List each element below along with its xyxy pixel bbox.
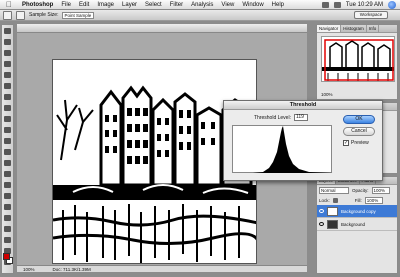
toolbox: [1, 24, 14, 274]
layer-row[interactable]: Background copy: [317, 205, 397, 218]
eyedropper-tool-icon[interactable]: [2, 235, 13, 245]
sample-size-select[interactable]: Point Sample: [62, 11, 95, 19]
zoom-level[interactable]: 100%: [23, 267, 35, 272]
preview-label: Preview: [351, 140, 369, 146]
navigator-zoom-value[interactable]: 100%: [321, 92, 333, 97]
clone-stamp-tool-icon[interactable]: [2, 114, 13, 124]
gradient-tool-icon[interactable]: [2, 147, 13, 157]
display-icon[interactable]: [321, 2, 329, 8]
cancel-button[interactable]: Cancel: [343, 127, 375, 136]
navigator-thumbnail[interactable]: [321, 36, 395, 82]
menu-select[interactable]: Select: [141, 0, 166, 10]
layers-panel: Layers Channels Paths Normal Opacity: 10…: [316, 176, 398, 274]
lasso-tool-icon[interactable]: [2, 48, 13, 58]
pen-tool-icon[interactable]: [2, 180, 13, 190]
lock-row: Lock: Fill: 100%: [317, 196, 397, 205]
notes-tool-icon[interactable]: [2, 224, 13, 234]
threshold-level-row: Threshold Level: 119: [254, 114, 308, 121]
preview-row: ✓ Preview: [343, 140, 369, 146]
magic-wand-tool-icon[interactable]: [2, 59, 13, 69]
menu-app-name[interactable]: Photoshop: [18, 0, 57, 10]
tab-histogram[interactable]: Histogram: [341, 25, 367, 32]
history-brush-tool-icon[interactable]: [2, 125, 13, 135]
menu-clock[interactable]: Tue 10:29 AM: [346, 2, 383, 8]
menu-window[interactable]: Window: [238, 0, 267, 10]
path-selection-tool-icon[interactable]: [2, 202, 13, 212]
eye-icon[interactable]: [319, 222, 324, 226]
threshold-level-label: Threshold Level:: [254, 114, 291, 121]
ps-logo-icon: [3, 10, 12, 20]
lock-icon[interactable]: [332, 198, 338, 203]
opacity-field[interactable]: 100%: [371, 187, 390, 194]
tab-info[interactable]: Info: [367, 25, 380, 32]
lock-label: Lock:: [319, 198, 330, 203]
slice-tool-icon[interactable]: [2, 81, 13, 91]
tab-navigator[interactable]: Navigator: [317, 25, 342, 32]
dodge-tool-icon[interactable]: [2, 169, 13, 179]
menu-help[interactable]: Help: [268, 0, 288, 10]
volume-icon[interactable]: [333, 2, 341, 8]
fill-field[interactable]: 100%: [364, 197, 383, 204]
menu-bar:  Photoshop File Edit Image Layer Select…: [0, 0, 400, 10]
workspace-button[interactable]: Workspace: [354, 11, 388, 19]
navigator-preview: [322, 37, 394, 81]
dialog-title[interactable]: Threshold: [224, 101, 382, 110]
foreground-color-swatch[interactable]: [3, 253, 10, 260]
eye-icon[interactable]: [319, 209, 324, 213]
threshold-level-input[interactable]: 119: [293, 114, 308, 121]
document-titlebar[interactable]: [17, 24, 307, 33]
doc-size-info[interactable]: Doc: 711.3K/1.39M: [53, 267, 91, 272]
fill-label: Fill:: [354, 198, 362, 203]
layer-thumbnail: [327, 206, 338, 216]
menu-status-area: Tue 10:29 AM: [321, 0, 396, 10]
menu-filter[interactable]: Filter: [166, 0, 187, 10]
threshold-dialog: Threshold Threshold Level: 119 OK Cancel…: [223, 100, 383, 181]
blur-tool-icon[interactable]: [2, 158, 13, 168]
layer-row[interactable]: Background: [317, 218, 397, 231]
menu-view[interactable]: View: [217, 0, 238, 10]
crop-tool-icon[interactable]: [2, 70, 13, 80]
apple-menu-icon[interactable]: : [0, 0, 18, 9]
ok-button[interactable]: OK: [343, 115, 375, 124]
move-tool-icon[interactable]: [2, 26, 13, 36]
shape-tool-icon[interactable]: [2, 213, 13, 223]
options-bar: Sample Size: Point Sample Workspace: [0, 10, 400, 21]
menu-image[interactable]: Image: [93, 0, 118, 10]
eraser-tool-icon[interactable]: [2, 136, 13, 146]
layer-name: Background copy: [341, 208, 376, 214]
healing-brush-tool-icon[interactable]: [2, 92, 13, 102]
menu-analysis[interactable]: Analysis: [187, 0, 217, 10]
navigator-panel: Navigator Histogram Info 100%: [316, 24, 398, 100]
sample-size-label: Sample Size:: [29, 12, 59, 18]
document-status-bar: 100% Doc: 711.3K/1.39M: [17, 265, 307, 272]
histogram[interactable]: [232, 125, 333, 173]
blend-mode-select[interactable]: Normal: [319, 187, 349, 194]
menu-file[interactable]: File: [57, 0, 75, 10]
preview-checkbox[interactable]: ✓: [343, 140, 349, 146]
type-tool-icon[interactable]: [2, 191, 13, 201]
spotlight-icon[interactable]: [388, 1, 396, 9]
menu-layer[interactable]: Layer: [118, 0, 141, 10]
opacity-label: Opacity:: [352, 188, 369, 193]
menu-edit[interactable]: Edit: [75, 0, 93, 10]
histogram-graph: [233, 126, 333, 173]
eyedropper-tool-icon[interactable]: [16, 10, 25, 20]
blend-row: Normal Opacity: 100%: [317, 185, 397, 196]
layer-thumbnail: [327, 219, 338, 229]
brush-tool-icon[interactable]: [2, 103, 13, 113]
marquee-tool-icon[interactable]: [2, 37, 13, 47]
layer-name: Background: [341, 221, 366, 227]
